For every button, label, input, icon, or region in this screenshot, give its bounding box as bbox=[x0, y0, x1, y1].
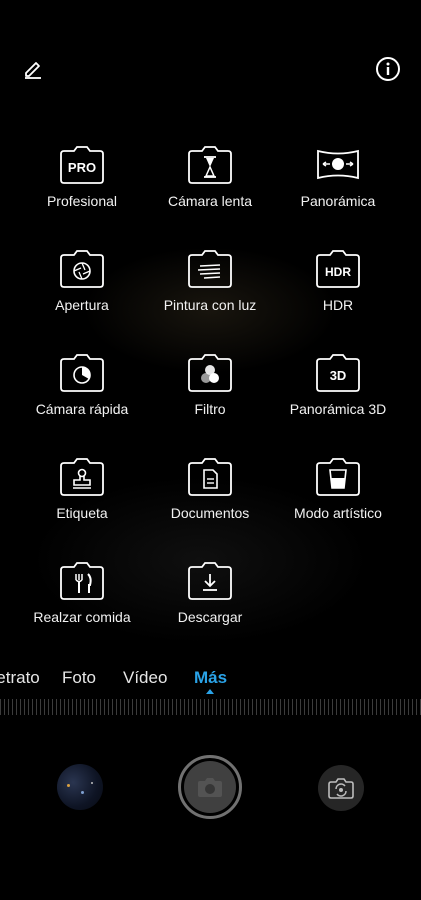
camera-stamp-icon bbox=[58, 452, 106, 500]
mode-profesional[interactable]: PRO Profesional bbox=[18, 140, 146, 244]
camera-download-icon bbox=[186, 556, 234, 604]
mode-label: Realzar comida bbox=[33, 609, 131, 625]
mode-label: Cámara lenta bbox=[167, 193, 253, 209]
mode-apertura[interactable]: Apertura bbox=[18, 244, 146, 348]
mode-documentos[interactable]: Documentos bbox=[146, 452, 274, 556]
camera-filter-icon bbox=[186, 348, 234, 396]
zoom-ruler[interactable] bbox=[0, 699, 421, 715]
edit-modes-button[interactable] bbox=[20, 56, 46, 82]
camera-fork-knife-icon bbox=[58, 556, 106, 604]
mode-hdr[interactable]: HDR HDR bbox=[274, 244, 402, 348]
mode-label: Modo artístico bbox=[294, 505, 382, 521]
mode-panoramica[interactable]: Panorámica bbox=[274, 140, 402, 244]
camera-screen: PRO Profesional Cámara lenta Panorámica … bbox=[0, 0, 421, 900]
switch-camera-icon bbox=[328, 778, 354, 799]
tab-video[interactable]: Vídeo bbox=[123, 668, 167, 688]
mode-realzar-comida[interactable]: Realzar comida bbox=[18, 556, 146, 660]
mode-label: Descargar bbox=[177, 609, 243, 625]
mode-label: HDR bbox=[322, 297, 354, 313]
shutter-camera-icon bbox=[198, 778, 222, 797]
camera-aperture-icon bbox=[58, 244, 106, 292]
modes-grid: PRO Profesional Cámara lenta Panorámica … bbox=[18, 140, 402, 660]
mode-label: Panorámica bbox=[300, 193, 376, 209]
svg-text:3D: 3D bbox=[330, 368, 347, 383]
tab-foto[interactable]: Foto bbox=[62, 668, 96, 688]
switch-camera-button[interactable] bbox=[318, 765, 364, 811]
camera-panorama-icon bbox=[314, 140, 362, 188]
camera-hdr-icon: HDR bbox=[314, 244, 362, 292]
mode-modo-artistico[interactable]: Modo artístico bbox=[274, 452, 402, 556]
camera-timelapse-icon bbox=[58, 348, 106, 396]
mode-pintura-con-luz[interactable]: Pintura con luz bbox=[146, 244, 274, 348]
mode-label: Cámara rápida bbox=[35, 401, 129, 417]
shutter-button[interactable] bbox=[178, 755, 242, 819]
camera-light-trails-icon bbox=[186, 244, 234, 292]
camera-document-icon bbox=[186, 452, 234, 500]
bottom-controls bbox=[0, 752, 421, 828]
mode-label: Apertura bbox=[55, 297, 109, 313]
mode-filtro[interactable]: Filtro bbox=[146, 348, 274, 452]
tab-mas[interactable]: Más bbox=[194, 668, 227, 688]
camera-3d-icon: 3D bbox=[314, 348, 362, 396]
mode-etiqueta[interactable]: Etiqueta bbox=[18, 452, 146, 556]
mode-label: Panorámica 3D bbox=[289, 401, 387, 417]
svg-text:PRO: PRO bbox=[68, 160, 96, 175]
camera-pro-icon: PRO bbox=[58, 140, 106, 188]
mode-descargar[interactable]: Descargar bbox=[146, 556, 274, 660]
mode-camara-rapida[interactable]: Cámara rápida bbox=[18, 348, 146, 452]
mode-panoramica-3d[interactable]: 3D Panorámica 3D bbox=[274, 348, 402, 452]
gallery-thumbnail[interactable] bbox=[57, 764, 103, 810]
tab-retrato[interactable]: Retrato bbox=[0, 668, 40, 688]
active-tab-indicator bbox=[206, 689, 214, 694]
mode-label: Pintura con luz bbox=[163, 297, 257, 313]
mode-label: Etiqueta bbox=[56, 505, 108, 521]
camera-hourglass-icon bbox=[186, 140, 234, 188]
mode-label: Documentos bbox=[170, 505, 250, 521]
camera-cup-icon bbox=[314, 452, 362, 500]
pencil-edit-icon bbox=[25, 62, 41, 79]
svg-text:HDR: HDR bbox=[325, 265, 351, 279]
info-button[interactable] bbox=[375, 56, 401, 82]
mode-label: Profesional bbox=[46, 193, 118, 209]
info-circle-icon bbox=[376, 57, 400, 81]
mode-camara-lenta[interactable]: Cámara lenta bbox=[146, 140, 274, 244]
mode-label: Filtro bbox=[194, 401, 226, 417]
